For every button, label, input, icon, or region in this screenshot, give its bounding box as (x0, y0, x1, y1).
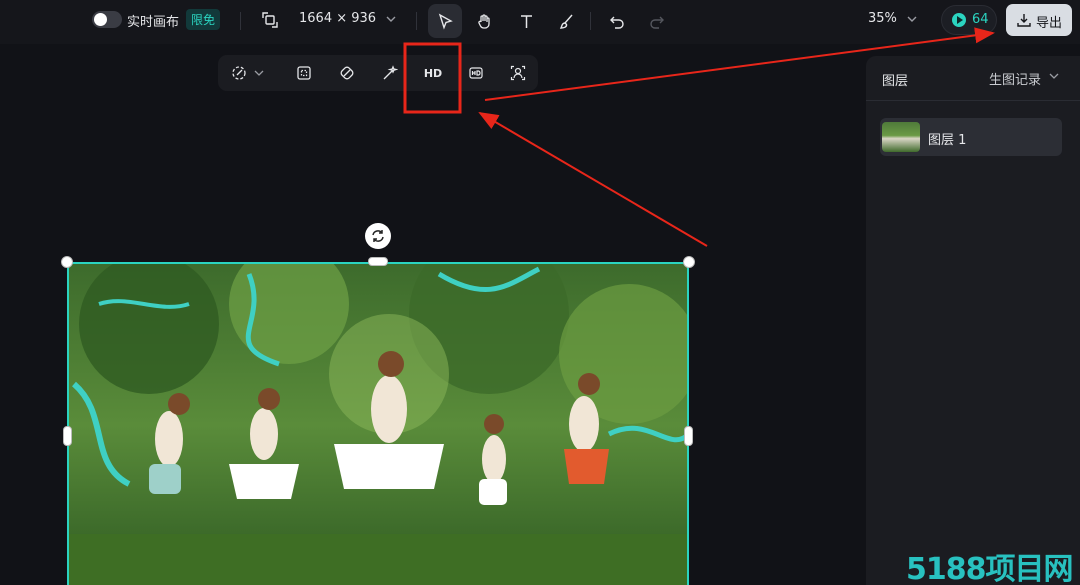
credits-count: 64 (972, 12, 989, 27)
chevron-down-icon[interactable] (384, 12, 398, 26)
divider (416, 12, 417, 30)
hd-label: HD (423, 66, 443, 80)
undo-button[interactable] (600, 4, 634, 38)
select-tool-button[interactable] (428, 4, 462, 38)
image-edit-toolbar: HD (218, 55, 538, 91)
eraser-button[interactable] (330, 55, 364, 91)
resize-handle-top-right[interactable] (683, 256, 695, 268)
rotate-icon (372, 230, 384, 242)
brush-tool-button[interactable] (549, 4, 583, 38)
hd-upscale-button[interactable]: HD (416, 55, 450, 91)
brush-icon (559, 14, 573, 29)
chevron-down-icon[interactable] (1048, 70, 1060, 82)
hd-plus-button[interactable] (459, 55, 493, 91)
magic-wand-button[interactable] (373, 55, 407, 91)
cutout-button[interactable] (501, 55, 535, 91)
export-label: 导出 (1036, 15, 1063, 30)
redo-button[interactable] (639, 4, 673, 38)
eraser-icon (340, 66, 354, 80)
resize-handle-top-left[interactable] (61, 256, 73, 268)
text-icon (520, 14, 532, 28)
realtime-canvas-label: 实时画布 (127, 15, 180, 30)
credits-badge[interactable]: 64 (941, 5, 997, 35)
chevron-down-icon[interactable] (905, 12, 919, 26)
layer-item[interactable]: 图层 1 (880, 118, 1062, 156)
resize-handle-left[interactable] (63, 426, 72, 446)
realtime-canvas-toggle[interactable] (92, 11, 122, 28)
layer-name: 图层 1 (928, 133, 967, 148)
chevron-down-icon (254, 70, 264, 76)
free-badge: 限免 (186, 9, 221, 30)
divider (240, 12, 241, 30)
watermark-logo: 5188项目网 (906, 552, 1074, 585)
credit-coin-icon (952, 13, 966, 27)
generation-history-dropdown[interactable]: 生图记录 (989, 69, 1041, 88)
redo-icon (649, 16, 664, 29)
person-cutout-icon (510, 65, 526, 81)
top-toolbar: 实时画布 限免 1664 × 936 35% 64 导出 (0, 0, 1080, 44)
canvas-size[interactable]: 1664 × 936 (299, 11, 376, 26)
generated-artwork (69, 264, 687, 585)
layers-panel: 图层 生图记录 图层 1 (866, 56, 1080, 585)
hand-tool-button[interactable] (467, 4, 501, 38)
panel-divider (866, 100, 1080, 101)
magic-wand-icon (383, 65, 398, 80)
zoom-level[interactable]: 35% (868, 11, 897, 26)
crop-icon (297, 66, 311, 80)
layers-title: 图层 (882, 74, 909, 89)
palette-icon (232, 66, 246, 80)
hd-plus-icon (469, 67, 483, 79)
hand-icon (477, 13, 490, 29)
divider (590, 12, 591, 30)
layer-thumbnail (882, 122, 920, 152)
text-tool-button[interactable] (509, 4, 543, 38)
arrow-to-hd (478, 111, 708, 247)
download-icon (1017, 14, 1031, 27)
resize-icon[interactable] (262, 12, 278, 28)
crop-button[interactable] (287, 55, 321, 91)
style-dropdown[interactable] (224, 55, 272, 91)
export-button[interactable]: 导出 (1006, 4, 1072, 36)
resize-handle-top[interactable] (368, 257, 388, 266)
toggle-knob (94, 13, 107, 26)
canvas-image[interactable] (67, 262, 689, 585)
rotate-handle[interactable] (365, 223, 391, 249)
cursor-icon (438, 13, 453, 30)
resize-handle-right[interactable] (684, 426, 693, 446)
undo-icon (609, 16, 624, 29)
